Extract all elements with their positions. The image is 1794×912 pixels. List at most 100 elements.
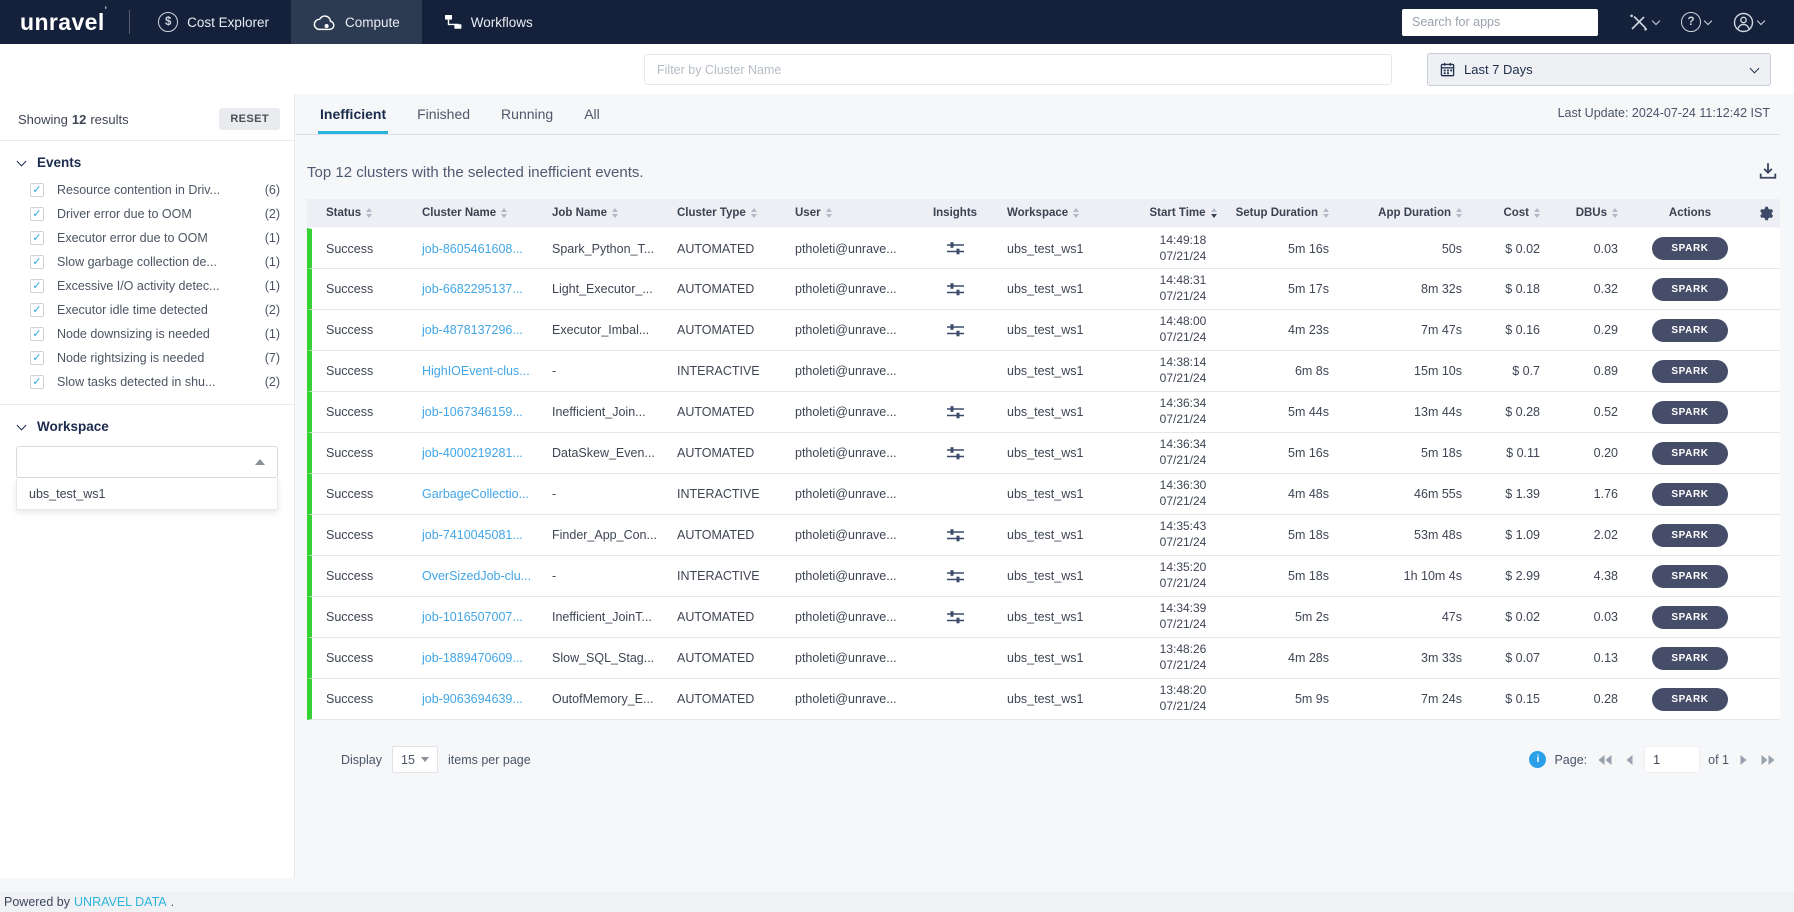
- insights-cell[interactable]: [915, 638, 995, 678]
- cluster-name-link[interactable]: job-8605461608...: [410, 229, 540, 268]
- spark-action-button[interactable]: SPARK: [1652, 482, 1728, 506]
- sort-arrows-icon[interactable]: [611, 208, 618, 218]
- cluster-name-link[interactable]: job-9063694639...: [410, 679, 540, 719]
- event-filter-item[interactable]: ✓ Excessive I/O activity detec... (1): [0, 274, 294, 298]
- sort-arrows-icon[interactable]: [1210, 208, 1217, 218]
- event-filter-item[interactable]: ✓ Slow garbage collection de... (1): [0, 250, 294, 274]
- insights-sliders-icon[interactable]: [946, 282, 964, 297]
- spark-action-button[interactable]: SPARK: [1652, 277, 1728, 301]
- unravel-data-link[interactable]: UNRAVEL DATA: [74, 895, 167, 909]
- checkbox-checked-icon[interactable]: ✓: [30, 303, 44, 317]
- column-settings-gear-icon[interactable]: [1750, 199, 1780, 227]
- column-header-setup-duration[interactable]: Setup Duration: [1231, 199, 1341, 227]
- table-row[interactable]: Success HighIOEvent-clus... - INTERACTIV…: [307, 351, 1780, 392]
- page-size-select[interactable]: 15: [392, 746, 438, 773]
- checkbox-checked-icon[interactable]: ✓: [30, 183, 44, 197]
- next-page-button[interactable]: [1737, 754, 1750, 766]
- tab-all[interactable]: All: [582, 96, 602, 134]
- event-filter-item[interactable]: ✓ Slow tasks detected in shu... (2): [0, 370, 294, 394]
- spark-action-button[interactable]: SPARK: [1652, 441, 1728, 465]
- cluster-name-link[interactable]: job-1889470609...: [410, 638, 540, 678]
- insights-sliders-icon[interactable]: [946, 528, 964, 543]
- spark-action-button[interactable]: SPARK: [1652, 646, 1728, 670]
- insights-cell[interactable]: [915, 392, 995, 432]
- insights-cell[interactable]: [915, 229, 995, 268]
- checkbox-checked-icon[interactable]: ✓: [30, 375, 44, 389]
- spark-action-button[interactable]: SPARK: [1652, 237, 1728, 260]
- table-row[interactable]: Success GarbageCollectio... - INTERACTIV…: [307, 474, 1780, 515]
- sort-arrows-icon[interactable]: [1323, 208, 1329, 218]
- column-header-actions[interactable]: Actions: [1630, 199, 1750, 227]
- cluster-name-link[interactable]: job-4000219281...: [410, 433, 540, 473]
- insights-cell[interactable]: [915, 351, 995, 391]
- previous-page-button[interactable]: [1623, 754, 1636, 766]
- cluster-name-link[interactable]: GarbageCollectio...: [410, 474, 540, 514]
- nav-item-cost-explorer[interactable]: $ Cost Explorer: [136, 0, 291, 44]
- column-header-user[interactable]: User: [783, 199, 915, 227]
- column-header-cluster-type[interactable]: Cluster Type: [665, 199, 783, 227]
- column-header-start-time[interactable]: Start Time: [1135, 199, 1231, 227]
- nav-item-workflows[interactable]: Workflows: [422, 0, 555, 44]
- table-row[interactable]: Success OverSizedJob-clu... - INTERACTIV…: [307, 556, 1780, 597]
- spark-action-button[interactable]: SPARK: [1652, 400, 1728, 424]
- insights-sliders-icon[interactable]: [946, 323, 964, 338]
- insights-cell[interactable]: [915, 515, 995, 555]
- user-menu[interactable]: [1725, 12, 1772, 33]
- sort-arrows-icon[interactable]: [750, 208, 757, 218]
- app-search-input[interactable]: [1402, 8, 1598, 36]
- column-header-status[interactable]: Status: [312, 199, 410, 227]
- table-row[interactable]: Success job-1889470609... Slow_SQL_Stag.…: [307, 638, 1780, 679]
- insights-sliders-icon[interactable]: [946, 569, 964, 584]
- checkbox-checked-icon[interactable]: ✓: [30, 327, 44, 341]
- last-page-button[interactable]: [1758, 754, 1778, 766]
- column-header-app-duration[interactable]: App Duration: [1341, 199, 1474, 227]
- cluster-name-link[interactable]: OverSizedJob-clu...: [410, 556, 540, 596]
- help-menu[interactable]: ?: [1673, 12, 1719, 32]
- table-row[interactable]: Success job-1067346159... Inefficient_Jo…: [307, 392, 1780, 433]
- sort-arrows-icon[interactable]: [366, 208, 373, 218]
- insights-cell[interactable]: [915, 433, 995, 473]
- nav-item-compute[interactable]: Compute: [290, 0, 422, 44]
- table-row[interactable]: Success job-9063694639... OutofMemory_E.…: [307, 679, 1780, 720]
- first-page-button[interactable]: [1595, 754, 1615, 766]
- workspace-select[interactable]: [16, 446, 278, 478]
- insights-sliders-icon[interactable]: [946, 610, 964, 625]
- table-row[interactable]: Success job-7410045081... Finder_App_Con…: [307, 515, 1780, 556]
- page-number-input[interactable]: [1644, 746, 1701, 773]
- column-header-job-name[interactable]: Job Name: [540, 199, 665, 227]
- checkbox-checked-icon[interactable]: ✓: [30, 255, 44, 269]
- reset-button[interactable]: RESET: [219, 108, 280, 130]
- events-section-header[interactable]: Events: [0, 141, 294, 178]
- cluster-name-link[interactable]: job-7410045081...: [410, 515, 540, 555]
- cluster-name-filter-input[interactable]: [644, 54, 1392, 85]
- spark-action-button[interactable]: SPARK: [1652, 318, 1728, 342]
- sort-arrows-icon[interactable]: [1073, 208, 1080, 218]
- unravel-logo[interactable]: unravel': [0, 5, 129, 36]
- column-header-workspace[interactable]: Workspace: [995, 199, 1135, 227]
- event-filter-item[interactable]: ✓ Node rightsizing is needed (7): [0, 346, 294, 370]
- workspace-section-header[interactable]: Workspace: [0, 405, 294, 442]
- event-filter-item[interactable]: ✓ Executor idle time detected (2): [0, 298, 294, 322]
- event-filter-item[interactable]: ✓ Driver error due to OOM (2): [0, 202, 294, 226]
- workspace-option[interactable]: ubs_test_ws1: [17, 478, 277, 509]
- event-filter-item[interactable]: ✓ Resource contention in Driv... (6): [0, 178, 294, 202]
- insights-cell[interactable]: [915, 556, 995, 596]
- spark-action-button[interactable]: SPARK: [1652, 523, 1728, 547]
- spark-action-button[interactable]: SPARK: [1652, 605, 1728, 629]
- spark-action-button[interactable]: SPARK: [1652, 564, 1728, 588]
- sort-arrows-icon[interactable]: [1534, 208, 1540, 218]
- sort-arrows-icon[interactable]: [825, 208, 832, 218]
- cluster-name-link[interactable]: job-6682295137...: [410, 269, 540, 309]
- insights-cell[interactable]: [915, 679, 995, 719]
- checkbox-checked-icon[interactable]: ✓: [30, 351, 44, 365]
- column-header-dbus[interactable]: DBUs: [1552, 199, 1630, 227]
- insights-cell[interactable]: [915, 310, 995, 350]
- table-row[interactable]: Success job-8605461608... Spark_Python_T…: [307, 228, 1780, 269]
- date-range-picker[interactable]: Last 7 Days: [1427, 53, 1771, 86]
- sort-arrows-icon[interactable]: [501, 208, 508, 218]
- sort-arrows-icon[interactable]: [1456, 208, 1462, 218]
- column-header-cost[interactable]: Cost: [1474, 199, 1552, 227]
- cluster-name-link[interactable]: job-4878137296...: [410, 310, 540, 350]
- checkbox-checked-icon[interactable]: ✓: [30, 207, 44, 221]
- tab-inefficient[interactable]: Inefficient: [318, 96, 389, 134]
